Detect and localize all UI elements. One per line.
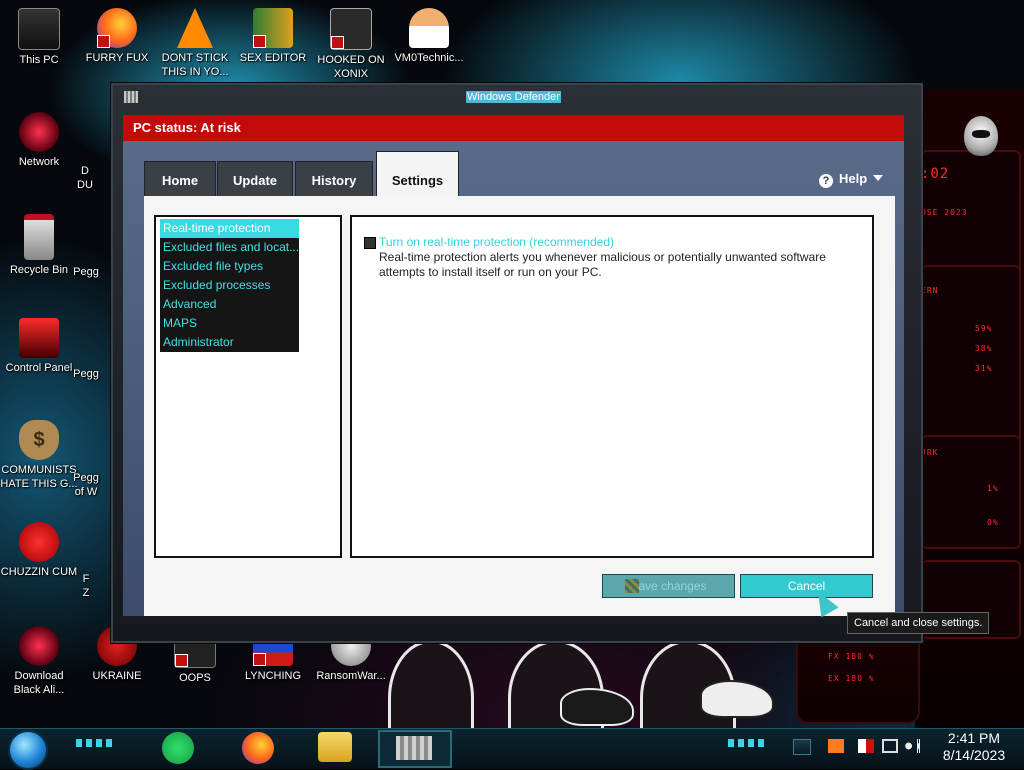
- hxd-icon: [253, 8, 293, 48]
- desktop-icon-vm0technic[interactable]: VM0Technic...: [390, 8, 468, 65]
- computer-icon: [18, 8, 60, 50]
- title-bar[interactable]: Windows Defender: [111, 83, 923, 111]
- xonix-game-icon: [330, 8, 372, 50]
- desktop-icon-xonix[interactable]: HOOKED ON XONIX: [312, 8, 390, 81]
- desktop-icon-partial[interactable]: Pegg of W: [62, 420, 110, 499]
- spotify-icon[interactable]: [162, 732, 194, 764]
- settings-menu-item-excluded-processes[interactable]: Excluded processes: [160, 276, 299, 295]
- settings-detail-pane: Turn on real-time protection (recommende…: [350, 215, 874, 558]
- hud-readout: 59%: [975, 324, 993, 333]
- help-icon: ?: [819, 174, 833, 188]
- taskbar-clock[interactable]: 2:41 PM 8/14/2023: [934, 730, 1014, 764]
- security-warning-icon[interactable]: [858, 739, 874, 753]
- status-banner: PC status: At risk: [123, 115, 904, 143]
- control-panel-icon: [19, 318, 59, 358]
- desktop-icon-partial[interactable]: Pegg: [62, 318, 110, 381]
- settings-menu-item-advanced[interactable]: Advanced: [160, 295, 299, 314]
- doctor-icon: [409, 8, 449, 48]
- firefox-icon[interactable]: [242, 732, 274, 764]
- settings-content: Real-time protection Excluded files and …: [144, 196, 895, 616]
- settings-menu-item-maps[interactable]: MAPS: [160, 314, 299, 333]
- status-text: PC status: At risk: [133, 120, 241, 135]
- wallpaper-shoe: [560, 688, 634, 726]
- hud-readout: FX 180 %: [828, 652, 875, 661]
- settings-nav-pane: Real-time protection Excluded files and …: [154, 215, 342, 558]
- windows-defender-icon: [396, 736, 432, 760]
- recycle-bin-icon: [24, 214, 54, 260]
- hud-panel: :02 USE 2023 ERN 59% 38% 31% JRK 1% 0%: [915, 90, 1024, 730]
- desktop-icon-this-pc[interactable]: This PC: [0, 8, 78, 67]
- firefox-icon: [97, 8, 137, 48]
- hud-readout: USE 2023: [921, 208, 968, 217]
- start-button[interactable]: [8, 730, 48, 770]
- tab-settings[interactable]: Settings: [376, 151, 459, 198]
- clock-time: 2:41 PM: [947, 730, 1001, 746]
- taskbar-decoration: [728, 739, 768, 747]
- settings-menu: Real-time protection Excluded files and …: [160, 219, 299, 352]
- show-desktop-icon[interactable]: [793, 739, 811, 755]
- alien-red-icon: [19, 626, 59, 666]
- hud-readout: 31%: [975, 364, 993, 373]
- network-icon: [19, 112, 59, 152]
- tab-history[interactable]: History: [295, 161, 373, 199]
- vlc-cone-icon: [177, 8, 213, 48]
- real-time-protection-description: Real-time protection alerts you whenever…: [379, 250, 826, 279]
- desktop-icon-partial[interactable]: D DU: [60, 112, 110, 192]
- desktop-icon-partial[interactable]: F Z: [62, 522, 110, 600]
- help-label: Help: [839, 171, 868, 186]
- file-explorer-icon[interactable]: [318, 732, 352, 762]
- tab-update[interactable]: Update: [217, 161, 293, 199]
- desktop-icon-sex-editor[interactable]: SEX EDITOR: [234, 8, 312, 65]
- money-bag-icon: $: [19, 420, 59, 460]
- settings-menu-item-excluded-file-types[interactable]: Excluded file types: [160, 257, 299, 276]
- settings-menu-item-administrator[interactable]: Administrator: [160, 333, 299, 352]
- help-menu[interactable]: ? Help: [819, 171, 884, 188]
- window-title: Windows Defender: [466, 91, 561, 103]
- wallpaper-shoe: [700, 680, 774, 718]
- real-time-protection-checkbox[interactable]: [364, 237, 376, 249]
- shield-icon: [625, 579, 639, 593]
- settings-menu-item-excluded-files[interactable]: Excluded files and locat...: [160, 238, 299, 257]
- action-center-icon[interactable]: [828, 739, 844, 753]
- desktop-icon-download-black-ali[interactable]: Download Black Ali...: [0, 626, 78, 697]
- hud-readout: 1%: [987, 484, 999, 493]
- tab-home[interactable]: Home: [144, 161, 216, 199]
- windows-defender-window[interactable]: Windows Defender PC status: At risk Home…: [110, 82, 924, 644]
- clock-date: 8/14/2023: [942, 747, 1006, 763]
- cancel-button[interactable]: Cancel: [740, 574, 873, 598]
- chevron-down-icon: [873, 175, 884, 181]
- save-changes-button[interactable]: Save changes: [602, 574, 735, 598]
- alien-logo: [964, 116, 998, 156]
- hud-readout: 38%: [975, 344, 993, 353]
- hud-readout: 0%: [987, 518, 999, 527]
- desktop-icon-partial[interactable]: Pegg: [62, 214, 110, 279]
- desktop-icon-furry-fux[interactable]: FURRY FUX: [78, 8, 156, 65]
- volume-icon[interactable]: [905, 739, 920, 753]
- defender-app-icon: [124, 91, 138, 103]
- desktop-icon-dont-stick[interactable]: DONT STICK THIS IN YO...: [156, 8, 234, 79]
- real-time-protection-label[interactable]: Turn on real-time protection (recommende…: [379, 235, 614, 249]
- hud-readout: :02: [921, 166, 950, 182]
- network-tray-icon[interactable]: [882, 739, 898, 753]
- taskbar-defender-button[interactable]: [378, 730, 452, 768]
- cancel-tooltip: Cancel and close settings.: [847, 612, 990, 634]
- settings-menu-item-real-time-protection[interactable]: Real-time protection: [160, 219, 299, 238]
- hud-readout: EX 180 %: [828, 674, 875, 683]
- chuzzle-icon: [19, 522, 59, 562]
- taskbar-decoration: [76, 739, 116, 747]
